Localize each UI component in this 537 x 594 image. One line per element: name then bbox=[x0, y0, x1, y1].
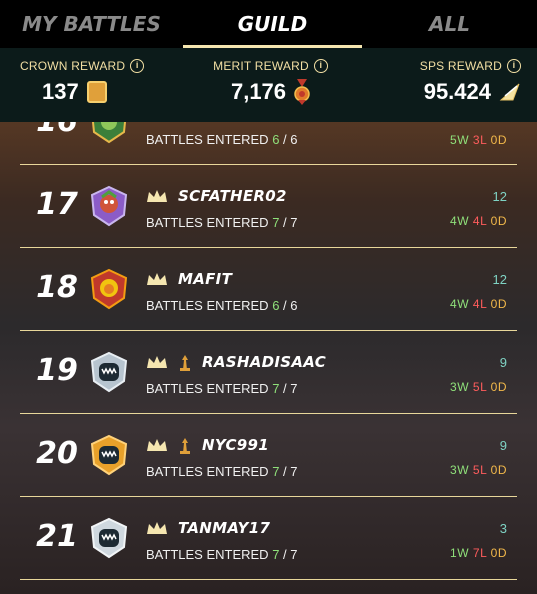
win-loss-draw: 1W 7L 0D bbox=[450, 546, 507, 560]
win-loss-draw: 4W 4L 0D bbox=[450, 297, 507, 311]
player-name[interactable]: RASHADISAAC bbox=[202, 353, 326, 371]
battle-stats: 3 1W 7L 0D bbox=[450, 521, 507, 560]
merit-reward: MERIT REWARD i 7,176 bbox=[187, 48, 354, 122]
crown-reward: CROWN REWARD i 137 bbox=[0, 48, 187, 122]
crown-icon bbox=[147, 273, 167, 285]
score: 9 bbox=[499, 355, 507, 370]
info-icon[interactable]: i bbox=[313, 59, 328, 73]
avatar bbox=[90, 517, 128, 559]
tab-my-battles[interactable]: MY BATTLES bbox=[0, 0, 183, 48]
crown-icon bbox=[147, 522, 167, 534]
battles-entered: BATTLES ENTERED 6 / 6 bbox=[146, 298, 298, 313]
merit-reward-label: MERIT REWARD bbox=[213, 59, 309, 73]
list-item[interactable]: 21 TANMAY17 BATTLES ENTERED 7 / 7 3 1W 7… bbox=[20, 497, 517, 580]
info-icon[interactable]: i bbox=[507, 59, 521, 73]
sps-token-icon bbox=[499, 83, 520, 101]
battle-stats: 9 3W 5L 0D bbox=[450, 355, 507, 394]
battle-tabs: MY BATTLES GUILD ALL bbox=[0, 0, 537, 48]
battle-stats: 9 3W 5L 0D bbox=[450, 438, 507, 477]
battles-entered: BATTLES ENTERED 7 / 7 bbox=[146, 464, 298, 479]
win-loss-draw: 4W 4L 0D bbox=[450, 214, 507, 228]
avatar bbox=[90, 434, 128, 476]
tab-all[interactable]: ALL bbox=[362, 0, 537, 48]
battles-entered: BATTLES ENTERED 6 / 6 bbox=[146, 132, 298, 147]
rank-number: 18 bbox=[36, 270, 78, 305]
avatar bbox=[91, 122, 127, 144]
avatar bbox=[90, 185, 128, 227]
sps-reward: SPS REWARD i 95.424 bbox=[354, 48, 537, 122]
crown-icon bbox=[147, 356, 167, 368]
player-name[interactable]: SCFATHER02 bbox=[178, 187, 287, 205]
battle-stats: 12 4W 4L 0D bbox=[450, 189, 507, 228]
score: 9 bbox=[499, 438, 507, 453]
player-name[interactable]: TANMAY17 bbox=[178, 519, 270, 537]
win-loss-draw: 3W 5L 0D bbox=[450, 463, 507, 477]
list-item[interactable]: 18 MAFIT BATTLES ENTERED 6 / 6 12 4W 4L … bbox=[20, 248, 517, 331]
rank-number: 21 bbox=[36, 519, 78, 554]
rank-number: 17 bbox=[36, 187, 78, 222]
avatar bbox=[90, 268, 128, 310]
battles-entered: BATTLES ENTERED 7 / 7 bbox=[146, 381, 298, 396]
merit-medal-icon bbox=[294, 79, 310, 105]
sps-reward-value: 95.424 bbox=[423, 79, 491, 104]
avatar bbox=[90, 351, 128, 393]
crown-icon bbox=[147, 190, 167, 202]
score: 12 bbox=[492, 189, 507, 204]
tab-guild[interactable]: GUILD bbox=[183, 0, 362, 48]
guild-battle-list: 16 BATTLES ENTERED 6 / 6 5W 3L 0D 17 bbox=[0, 122, 537, 594]
battles-entered: BATTLES ENTERED 7 / 7 bbox=[146, 215, 298, 230]
list-item[interactable]: 19 RASHADISAAC BATTLES ENTERED 7 / 7 9 3… bbox=[20, 331, 517, 414]
list-item[interactable]: 20 NYC991 BATTLES ENTERED 7 / 7 9 3W 5L … bbox=[20, 414, 517, 497]
battles-entered: BATTLES ENTERED 7 / 7 bbox=[146, 547, 298, 562]
player-name[interactable]: NYC991 bbox=[202, 436, 269, 454]
crown-reward-value: 137 bbox=[42, 79, 79, 104]
rank-number: 20 bbox=[36, 436, 78, 471]
crown-chest-icon bbox=[86, 81, 107, 103]
crown-reward-label: CROWN REWARD bbox=[20, 59, 126, 73]
crown-icon bbox=[147, 439, 167, 451]
player-name[interactable]: MAFIT bbox=[178, 270, 232, 288]
tower-icon bbox=[180, 354, 190, 371]
list-item[interactable]: 17 SCFATHER02 BATTLES ENTERED 7 / 7 12 4… bbox=[20, 165, 517, 248]
score: 12 bbox=[492, 272, 507, 287]
win-loss-draw: 3W 5L 0D bbox=[450, 380, 507, 394]
merit-reward-value: 7,176 bbox=[230, 79, 287, 104]
sps-reward-label: SPS REWARD bbox=[419, 59, 502, 73]
battle-stats: 12 4W 4L 0D bbox=[450, 272, 507, 311]
battle-stats: 5W 3L 0D bbox=[450, 122, 507, 147]
tower-icon bbox=[180, 437, 190, 454]
info-icon[interactable]: i bbox=[130, 59, 145, 73]
score: 3 bbox=[499, 521, 507, 536]
list-item[interactable]: 16 BATTLES ENTERED 6 / 6 5W 3L 0D bbox=[20, 122, 517, 165]
reward-bar: CROWN REWARD i 137 MERIT REWARD i 7,176 … bbox=[0, 48, 537, 122]
rank-number: 16 bbox=[32, 122, 82, 139]
rank-number: 19 bbox=[36, 353, 78, 388]
win-loss-draw: 5W 3L 0D bbox=[450, 133, 507, 147]
